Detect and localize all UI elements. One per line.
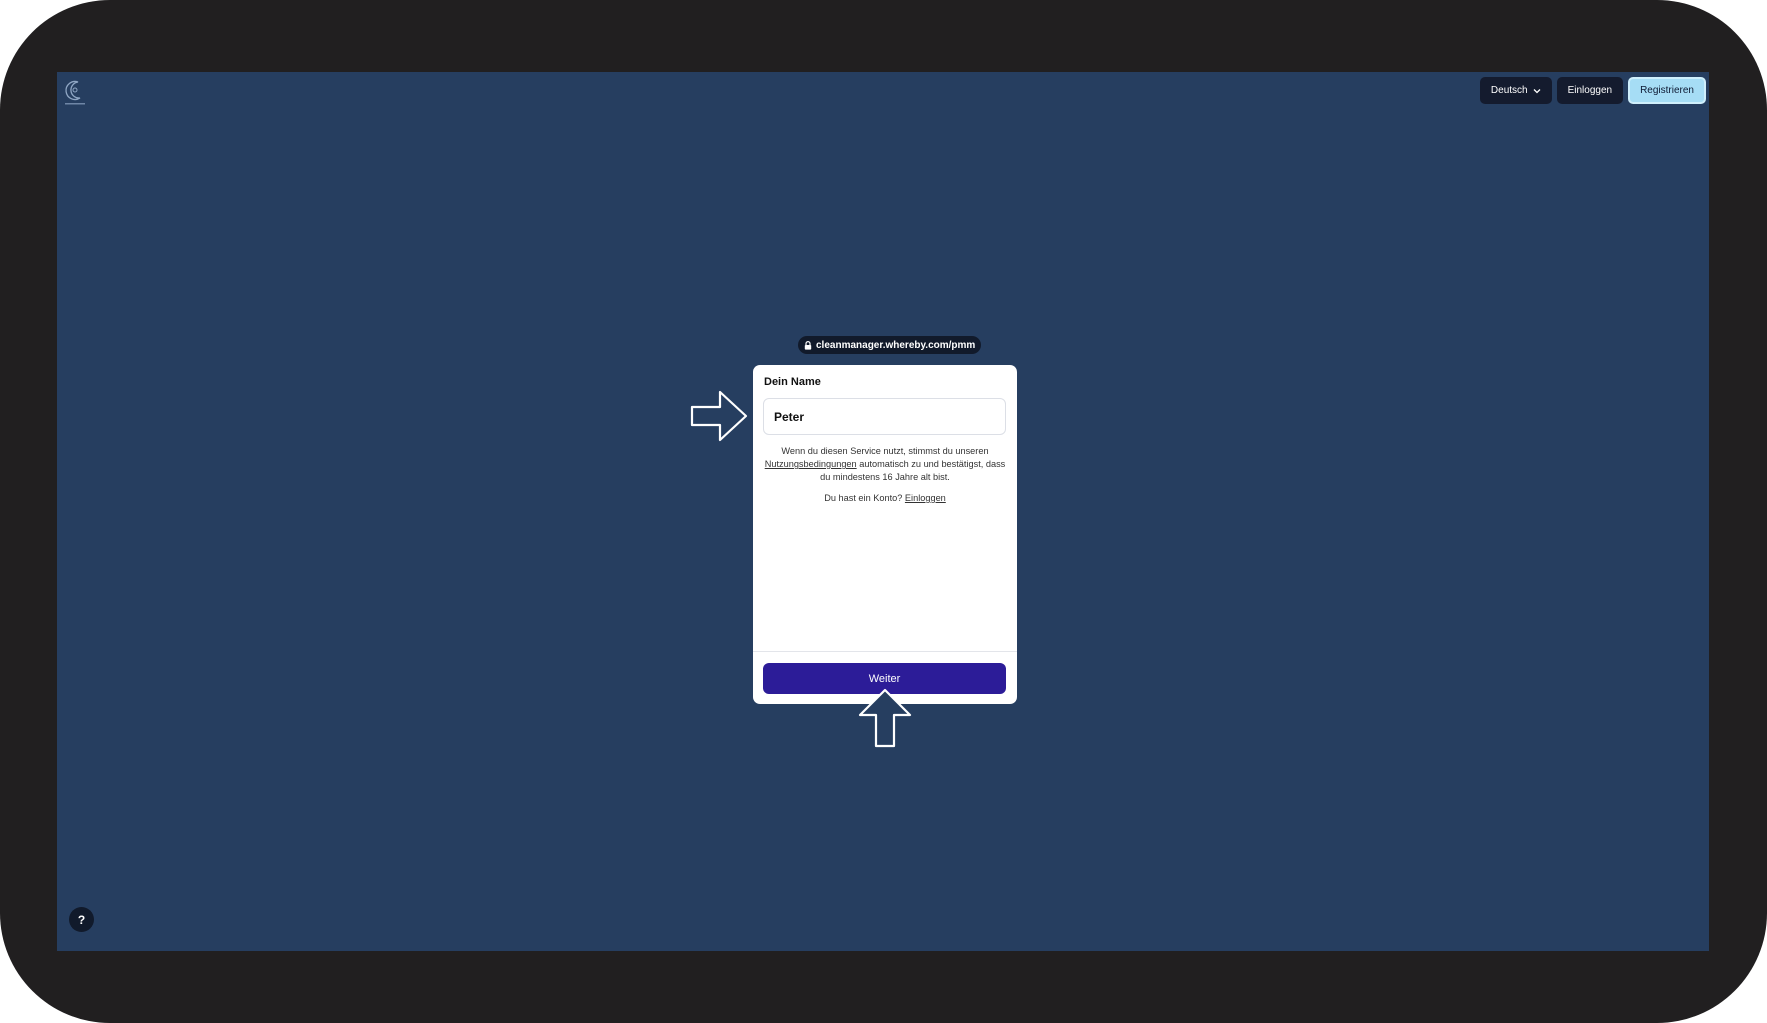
account-prompt: Du hast ein Konto? Einloggen [763, 493, 1007, 503]
register-button[interactable]: Registrieren [1628, 77, 1706, 104]
device-frame: Deutsch Einloggen Registrieren cleanmana… [0, 0, 1767, 1023]
account-login-link[interactable]: Einloggen [905, 493, 946, 503]
account-prompt-text: Du hast ein Konto? [824, 493, 903, 503]
terms-text-before: Wenn du diesen Service nutzt, stimmst du… [781, 446, 989, 456]
help-button[interactable]: ? [69, 907, 94, 932]
room-url-badge: cleanmanager.whereby.com/pmm [798, 336, 982, 354]
language-label: Deutsch [1490, 85, 1528, 96]
join-room-card: Dein Name Wenn du diesen Service nutzt, … [753, 365, 1017, 704]
name-label: Dein Name [764, 376, 821, 388]
app-screen: Deutsch Einloggen Registrieren cleanmana… [57, 72, 1709, 951]
language-select[interactable]: Deutsch [1479, 77, 1552, 104]
top-navigation: Deutsch Einloggen Registrieren [1479, 77, 1706, 104]
arrow-right-icon [690, 390, 748, 442]
arrow-up-icon [858, 688, 912, 748]
lock-icon [804, 340, 812, 350]
crescent-logo-icon[interactable] [63, 78, 87, 108]
terms-link[interactable]: Nutzungsbedingungen [765, 459, 857, 469]
room-url-text: cleanmanager.whereby.com/pmm [816, 339, 976, 351]
card-divider [753, 651, 1017, 652]
login-button[interactable]: Einloggen [1556, 77, 1624, 104]
name-input[interactable] [763, 398, 1006, 435]
chevron-down-icon [1533, 88, 1541, 93]
terms-text: Wenn du diesen Service nutzt, stimmst du… [763, 445, 1007, 484]
